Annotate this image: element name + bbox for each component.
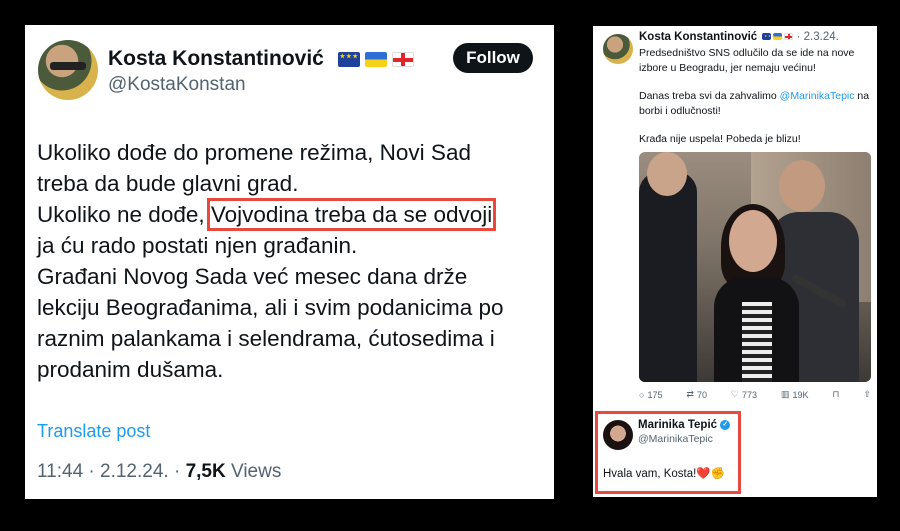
- georgia-flag-icon: [784, 33, 794, 41]
- retweet-action[interactable]: ⇄ 70: [686, 389, 707, 400]
- eu-flag-icon: [337, 51, 360, 67]
- author-avatar[interactable]: [38, 40, 98, 100]
- views-count: 7,5K: [185, 461, 226, 482]
- tweet-paragraph: Danas treba svi da zahvalimo @MarinikaTe…: [639, 90, 870, 117]
- bar-chart-icon: ▥: [780, 389, 790, 399]
- tweet-line: Građani Novog Sada već mesec dana drže: [37, 264, 468, 289]
- reply-text: Hvala vam, Kosta!❤️✊: [603, 468, 725, 480]
- bookmark-icon: ⊓: [832, 389, 840, 399]
- tweet-line: treba da bude glavni grad.: [37, 171, 299, 196]
- tweet-date[interactable]: · 2.3.24.: [797, 31, 839, 43]
- tweet-actions: ○ 175 ⇄ 70 ♡ 773 ▥ 19K ⊓ ⇧: [639, 389, 871, 400]
- georgia-flag-icon: [391, 51, 414, 67]
- author-header: Kosta Konstantinović · 2.3.24.: [639, 31, 839, 43]
- heart-fist-emoji: ❤️✊: [696, 468, 725, 480]
- tweet-line: ja ću rado postati njen građanin.: [37, 233, 358, 258]
- retweet-icon: ⇄: [686, 389, 694, 399]
- like-action[interactable]: ♡ 773: [731, 389, 757, 400]
- reply-tweet: Marinika Tepić ✓ @MarinikaTepic Hvala va…: [595, 411, 741, 494]
- translate-post-link[interactable]: Translate post: [37, 421, 150, 442]
- reply-action[interactable]: ○ 175: [639, 389, 662, 400]
- ukraine-flag-icon: [364, 51, 387, 67]
- tweet-meta: 11:44 · 2.12.24. · 7,5K Views: [37, 461, 281, 483]
- tweet-text: Predsedništvo SNS odlučilo da se ide na …: [639, 46, 871, 161]
- tweet-text: Ukoliko dođe do promene režima, Novi Sad…: [37, 137, 542, 385]
- tweet-line: lekciju Beograđanima, ali i svim podanic…: [37, 295, 504, 320]
- author-handle[interactable]: @KostaKonstan: [108, 74, 246, 96]
- tweet-timestamp[interactable]: 11:44 · 2.12.24. ·: [37, 461, 186, 482]
- reply-icon: ○: [639, 389, 645, 400]
- views-action[interactable]: ▥ 19K: [781, 389, 809, 400]
- mention-link[interactable]: @MarinikaTepic: [780, 90, 855, 102]
- tweet-line: Ukoliko dođe do promene režima, Novi Sad: [37, 140, 471, 165]
- share-action[interactable]: ⇧: [863, 389, 871, 400]
- eu-flag-icon: [762, 33, 775, 41]
- tweet-line: raznim palankama i selendrama, ćutosedim…: [37, 326, 495, 351]
- right-tweet-screenshot: Kosta Konstantinović · 2.3.24. Predsedni…: [593, 26, 877, 497]
- tweet-paragraph: Predsedništvo SNS odlučilo da se ide na …: [639, 47, 855, 74]
- author-name[interactable]: Kosta Konstantinović: [108, 47, 414, 71]
- verified-badge-icon: ✓: [720, 419, 731, 430]
- author-name[interactable]: Kosta Konstantinović: [639, 31, 757, 43]
- reply-avatar[interactable]: [603, 420, 633, 450]
- highlighted-phrase: Vojvodina treba da se odvoji: [206, 198, 497, 231]
- tweet-paragraph: Krađa nije uspela! Pobeda je blizu!: [639, 133, 801, 145]
- follow-button[interactable]: Follow: [453, 43, 533, 73]
- left-tweet-card: Kosta Konstantinović @KostaKonstan Follo…: [25, 25, 554, 499]
- share-icon: ⇧: [863, 389, 871, 399]
- author-avatar[interactable]: [603, 34, 633, 64]
- tweet-photo[interactable]: [639, 152, 871, 382]
- flag-emojis: [337, 51, 414, 67]
- tweet-line: prodanim dušama.: [37, 357, 224, 382]
- reply-author-name[interactable]: Marinika Tepić ✓: [638, 419, 731, 431]
- heart-icon: ♡: [730, 389, 739, 399]
- reply-author-handle[interactable]: @MarinikaTepic: [638, 433, 713, 445]
- tweet-line: Ukoliko ne dođe, Vojvodina treba da se o…: [37, 198, 497, 231]
- bookmark-action[interactable]: ⊓: [832, 389, 839, 400]
- views-label: Views: [225, 461, 282, 482]
